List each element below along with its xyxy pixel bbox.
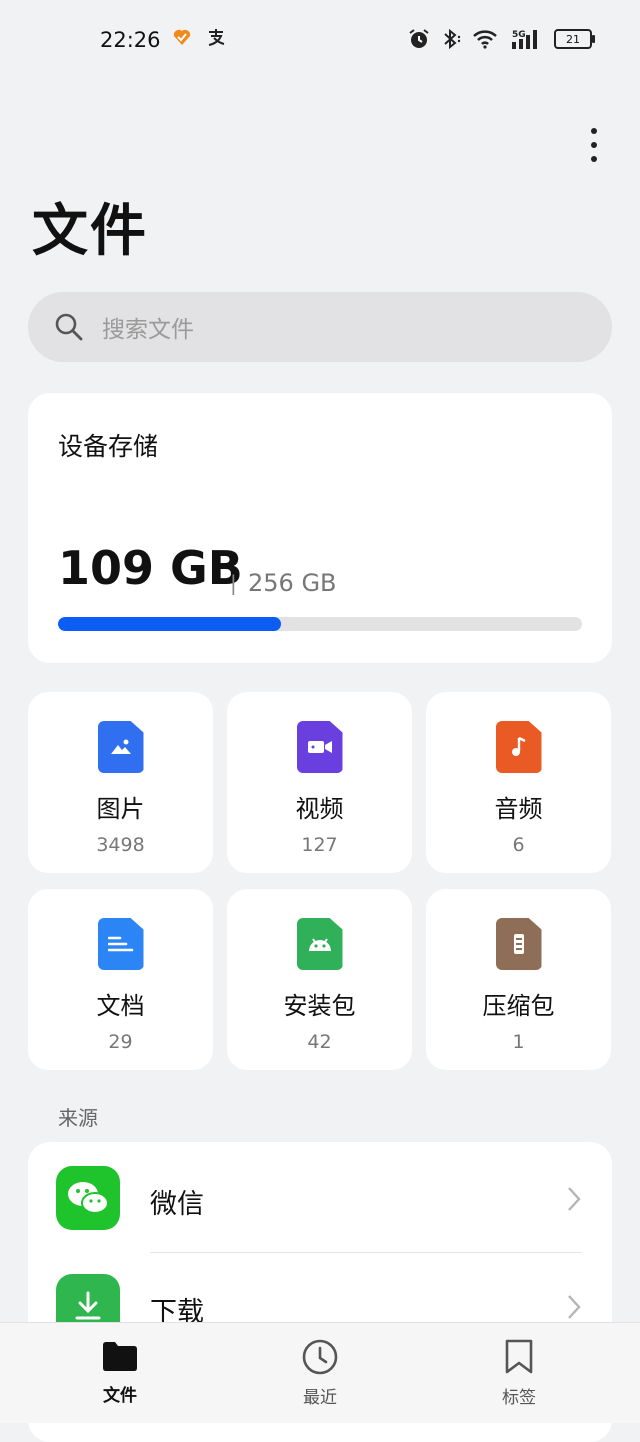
nav-label: 文件 — [103, 1386, 137, 1406]
category-label: 文档 — [96, 992, 145, 1020]
category-count: 42 — [307, 1031, 332, 1053]
sources-section-label: 来源 — [58, 1106, 98, 1130]
category-count: 1 — [512, 1031, 525, 1053]
bookmark-icon — [505, 1339, 533, 1374]
nav-tab-files[interactable]: 文件 — [60, 1339, 180, 1406]
svg-text:5G: 5G — [512, 30, 526, 40]
category-grid: 图片 3498 视频 127 音频 6 文档 29 安装包 42 压缩包 1 — [28, 692, 612, 1070]
source-item-wechat[interactable]: 微信 — [28, 1142, 612, 1232]
status-app-icons — [172, 28, 226, 46]
more-options-button[interactable] — [582, 128, 606, 162]
category-label: 音频 — [494, 795, 543, 823]
wifi-icon — [473, 30, 497, 49]
nav-label: 最近 — [303, 1388, 337, 1408]
source-label: 微信 — [150, 1189, 204, 1220]
more-vertical-icon — [591, 128, 597, 134]
storage-total: 256 GB — [248, 569, 337, 597]
device-storage-card[interactable]: 设备存储 109 GB | 256 GB — [28, 393, 612, 663]
page-title: 文件 — [32, 199, 148, 264]
storage-title: 设备存储 — [58, 432, 159, 461]
category-audio[interactable]: 音频 6 — [426, 692, 611, 873]
status-time: 22:26 — [100, 28, 161, 52]
wechat-icon — [56, 1166, 120, 1230]
chevron-right-icon — [568, 1295, 581, 1319]
category-count: 29 — [108, 1031, 133, 1053]
image-file-icon — [97, 721, 144, 773]
category-label: 压缩包 — [482, 992, 555, 1020]
apk-file-icon — [296, 918, 343, 970]
chevron-right-icon — [568, 1187, 581, 1211]
status-right-icons: 5G 21 — [408, 28, 595, 50]
category-label: 安装包 — [283, 992, 356, 1020]
storage-progress-fill — [58, 617, 282, 631]
alarm-icon — [409, 29, 429, 48]
storage-progress-bar — [58, 617, 582, 631]
heart-app-icon — [173, 29, 191, 45]
category-archives[interactable]: 压缩包 1 — [426, 889, 611, 1070]
storage-used: 109 GB — [58, 541, 243, 595]
battery-indicator: 21 — [554, 29, 595, 49]
folder-icon — [103, 1342, 137, 1371]
document-file-icon — [97, 918, 144, 970]
clock-icon — [302, 1339, 338, 1375]
storage-separator: | — [230, 571, 237, 595]
category-apk[interactable]: 安装包 42 — [227, 889, 412, 1070]
search-icon — [55, 313, 83, 341]
category-documents[interactable]: 文档 29 — [28, 889, 213, 1070]
category-count: 127 — [301, 834, 338, 856]
nav-tab-tags[interactable]: 标签 — [459, 1339, 579, 1408]
category-count: 6 — [512, 834, 525, 856]
video-file-icon — [296, 721, 343, 773]
category-videos[interactable]: 视频 127 — [227, 692, 412, 873]
bluetooth-icon — [444, 28, 461, 50]
nav-label: 标签 — [502, 1388, 536, 1408]
archive-file-icon — [495, 918, 542, 970]
status-bar: 22:26 5G 21 — [0, 0, 640, 80]
category-count: 3498 — [96, 834, 145, 856]
category-label: 视频 — [295, 795, 344, 823]
bottom-navigation: 文件 最近 标签 — [0, 1322, 640, 1423]
search-placeholder: 搜索文件 — [102, 317, 194, 343]
category-label: 图片 — [96, 795, 145, 823]
alipay-icon — [208, 29, 225, 46]
signal-5g-icon: 5G — [512, 30, 537, 49]
audio-file-icon — [495, 721, 542, 773]
search-input[interactable]: 搜索文件 — [28, 292, 612, 362]
category-images[interactable]: 图片 3498 — [28, 692, 213, 873]
nav-tab-recent[interactable]: 最近 — [260, 1339, 380, 1408]
